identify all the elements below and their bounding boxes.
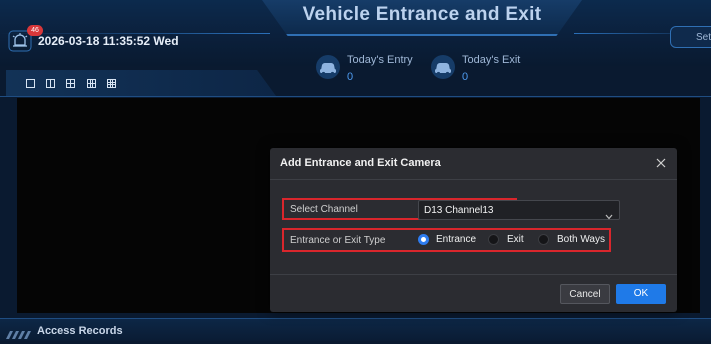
dialog-divider [270,179,677,180]
dialog-divider [270,274,677,275]
radio-entrance-label[interactable]: Entrance [436,234,476,245]
radio-exit-label[interactable]: Exit [507,234,524,245]
chevron-down-icon [605,207,613,220]
add-camera-dialog: Add Entrance and Exit Camera Select Chan… [270,148,677,312]
divider [0,96,711,97]
channel-select-value: D13 Channel13 [424,205,494,216]
radio-both-ways[interactable] [538,234,549,245]
layout-4-icon[interactable] [66,79,75,88]
layout-6-icon[interactable] [87,79,96,88]
ok-button[interactable]: OK [616,284,666,304]
radio-exit[interactable] [488,234,499,245]
today-entry-value: 0 [347,71,354,83]
stripe-decoration-icon [6,326,32,339]
layout-9-icon[interactable] [107,79,116,88]
current-datetime: 2026-03-18 11:35:52 Wed [38,34,179,48]
radio-both-ways-label[interactable]: Both Ways [557,234,605,245]
car-exit-icon [430,54,456,80]
today-exit-label: Today's Exit [462,54,521,66]
today-exit-value: 0 [462,71,469,83]
select-channel-label: Select Channel [290,204,358,215]
cancel-button[interactable]: Cancel [560,284,610,304]
page-title: Vehicle Entrance and Exit [302,4,542,25]
today-entry-label: Today's Entry [347,54,413,66]
dialog-title: Add Entrance and Exit Camera [280,157,441,169]
type-label: Entrance or Exit Type [290,235,386,246]
access-records-title: Access Records [37,325,123,337]
radio-entrance[interactable] [418,234,429,245]
layout-1-icon[interactable] [26,79,35,88]
channel-select[interactable]: D13 Channel13 [418,200,620,220]
car-entry-icon [315,54,341,80]
close-icon[interactable] [655,156,667,168]
layout-2-icon[interactable] [46,79,55,88]
settings-tab[interactable]: Set [670,26,711,48]
